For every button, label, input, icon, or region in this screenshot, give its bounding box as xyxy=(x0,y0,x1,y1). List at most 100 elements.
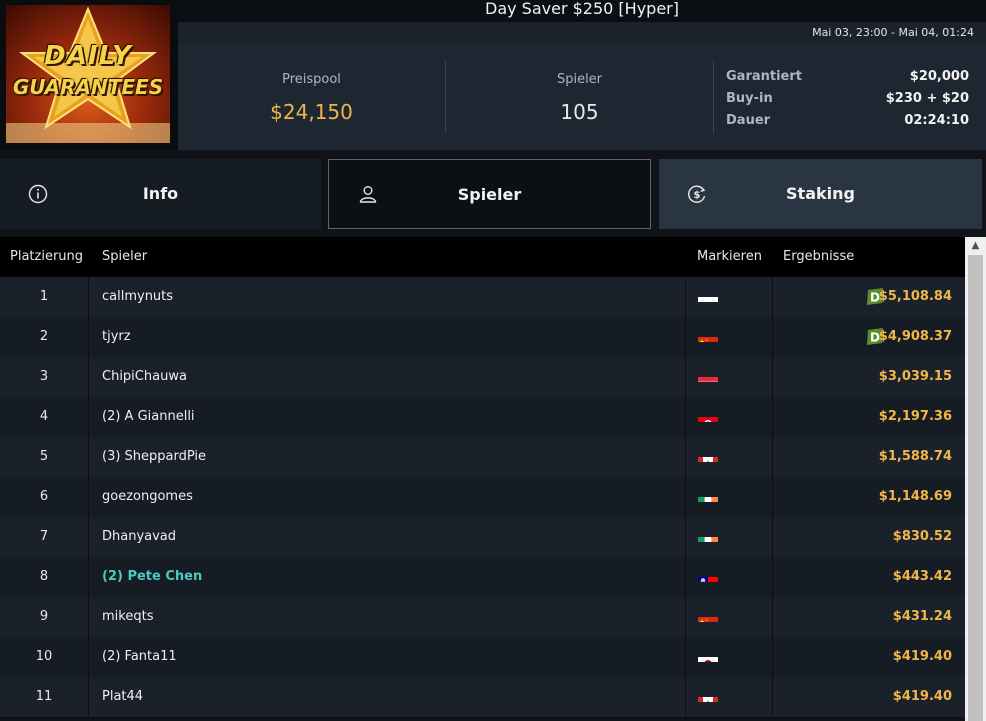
result-amount: $3,039.15 xyxy=(878,369,952,384)
tab-info[interactable]: Info xyxy=(0,159,321,229)
prizepool-label: Preispool xyxy=(282,72,341,87)
china-flag-icon xyxy=(698,328,718,342)
player-name[interactable]: callmynuts xyxy=(102,277,173,317)
tab-spieler-label: Spieler xyxy=(457,185,522,204)
player-name[interactable]: mikeqts xyxy=(102,597,153,637)
tab-staking-label: Staking xyxy=(786,184,855,203)
guaranteed-label: Garantiert xyxy=(726,69,802,84)
flag-cell xyxy=(685,397,773,437)
flag-cell xyxy=(685,477,773,517)
taiwan-flag-icon xyxy=(698,568,718,582)
player-name[interactable]: (2) Pete Chen xyxy=(102,557,202,597)
placement: 1 xyxy=(39,289,49,304)
players-value: 105 xyxy=(560,100,599,124)
logo: DAILY GUARANTEES xyxy=(0,0,178,150)
flag-cell xyxy=(685,517,773,557)
result-amount: $419.40 xyxy=(892,649,952,664)
header-placement[interactable]: Platzierung xyxy=(10,237,83,277)
player-name[interactable]: (2) Fanta11 xyxy=(102,637,177,677)
table-row[interactable]: 2 tjyrz D $4,908.37 xyxy=(0,317,965,358)
canada-flag-icon xyxy=(698,448,718,462)
header-mark[interactable]: Markieren xyxy=(697,237,762,277)
buyin-label: Buy-in xyxy=(726,91,773,106)
result-amount: $431.24 xyxy=(892,609,952,624)
header-player[interactable]: Spieler xyxy=(102,237,147,277)
china-flag-icon xyxy=(698,608,718,622)
column-divider xyxy=(88,357,89,397)
players-label: Spieler xyxy=(556,72,603,87)
column-divider xyxy=(88,557,89,597)
player-name[interactable]: (3) SheppardPie xyxy=(102,437,206,477)
column-divider xyxy=(88,637,89,677)
table-row[interactable]: 10 (2) Fanta11 $419.40 xyxy=(0,637,965,678)
prizepool-value: $24,150 xyxy=(270,100,353,124)
scrollbar[interactable]: ▲ xyxy=(965,237,986,721)
result-amount: $2,197.36 xyxy=(878,409,952,424)
duration-label: Dauer xyxy=(726,113,771,128)
ireland-flag-icon xyxy=(698,488,718,502)
stats-bar: Preispool $24,150 Spieler 105 Garantiert… xyxy=(178,44,986,150)
guaranteed-row: Garantiert $20,000 xyxy=(726,69,969,87)
duration-value: 02:24:10 xyxy=(904,113,969,128)
player-name[interactable]: Plat44 xyxy=(102,677,143,717)
logo-line-2: GUARANTEES xyxy=(12,75,164,99)
result-amount: $830.52 xyxy=(892,529,952,544)
table-row[interactable]: 6 goezongomes $1,148.69 xyxy=(0,477,965,518)
column-divider xyxy=(88,477,89,517)
tab-staking[interactable]: $ Staking xyxy=(659,159,982,229)
table-header: Platzierung Spieler Markieren Ergebnisse xyxy=(0,237,965,277)
result-amount: $1,588.74 xyxy=(878,449,952,464)
placement: 4 xyxy=(39,409,49,424)
player-name[interactable]: (2) A Giannelli xyxy=(102,397,195,437)
column-divider xyxy=(88,317,89,357)
buyin-row: Buy-in $230 + $20 xyxy=(726,91,969,109)
placement: 9 xyxy=(39,609,49,624)
flag-cell xyxy=(685,677,773,717)
flag-cell xyxy=(685,597,773,637)
result-amount: $4,908.37 xyxy=(878,329,952,344)
buyin-value: $230 + $20 xyxy=(885,91,969,106)
player-name[interactable]: ChipiChauwa xyxy=(102,357,187,397)
canada-flag-icon xyxy=(698,688,718,702)
japan-flag-icon xyxy=(698,648,718,662)
tournament-dates: Mai 03, 23:00 - Mai 04, 01:24 xyxy=(178,22,986,44)
scrollbar-thumb[interactable] xyxy=(968,255,983,721)
player-name[interactable]: Dhanyavad xyxy=(102,517,176,557)
flag-cell xyxy=(685,317,773,357)
flag-cell xyxy=(685,357,773,397)
tab-spieler[interactable]: Spieler xyxy=(328,159,651,229)
table-row[interactable]: 3 ChipiChauwa $3,039.15 xyxy=(0,357,965,398)
table-row[interactable]: 7 Dhanyavad $830.52 xyxy=(0,517,965,558)
tab-info-label: Info xyxy=(142,184,179,203)
flag-cell xyxy=(685,437,773,477)
table-row[interactable]: 5 (3) SheppardPie $1,588.74 xyxy=(0,437,965,478)
flag-cell xyxy=(685,277,773,317)
scroll-up-icon[interactable]: ▲ xyxy=(965,237,986,255)
players-stat: Spieler 105 xyxy=(446,44,713,150)
result-amount: $443.42 xyxy=(892,569,952,584)
result-amount: $419.40 xyxy=(892,689,952,704)
duration-row: Dauer 02:24:10 xyxy=(726,113,969,131)
column-divider xyxy=(88,397,89,437)
placement: 3 xyxy=(39,369,49,384)
table-row[interactable]: 8 (2) Pete Chen $443.42 xyxy=(0,557,965,598)
placement: 8 xyxy=(39,569,49,584)
table-row[interactable]: 11 Plat44 $419.40 xyxy=(0,677,965,718)
table-row[interactable]: 4 (2) A Giannelli $2,197.36 xyxy=(0,397,965,438)
placement: 2 xyxy=(39,329,49,344)
column-divider xyxy=(88,437,89,477)
placement: 7 xyxy=(39,529,49,544)
placement: 10 xyxy=(35,649,53,664)
table-row[interactable]: 1 callmynuts D $5,108.84 xyxy=(0,277,965,318)
player-name[interactable]: goezongomes xyxy=(102,477,193,517)
table-row[interactable]: 9 mikeqts $431.24 xyxy=(0,597,965,638)
player-name[interactable]: tjyrz xyxy=(102,317,131,357)
flag-cell xyxy=(685,557,773,597)
column-divider xyxy=(88,517,89,557)
flag-cell xyxy=(685,637,773,677)
column-divider xyxy=(88,677,89,717)
cyprus-flag-icon xyxy=(698,288,718,302)
column-divider xyxy=(88,597,89,637)
tunisia-flag-icon xyxy=(698,408,718,422)
header-results[interactable]: Ergebnisse xyxy=(783,237,854,277)
